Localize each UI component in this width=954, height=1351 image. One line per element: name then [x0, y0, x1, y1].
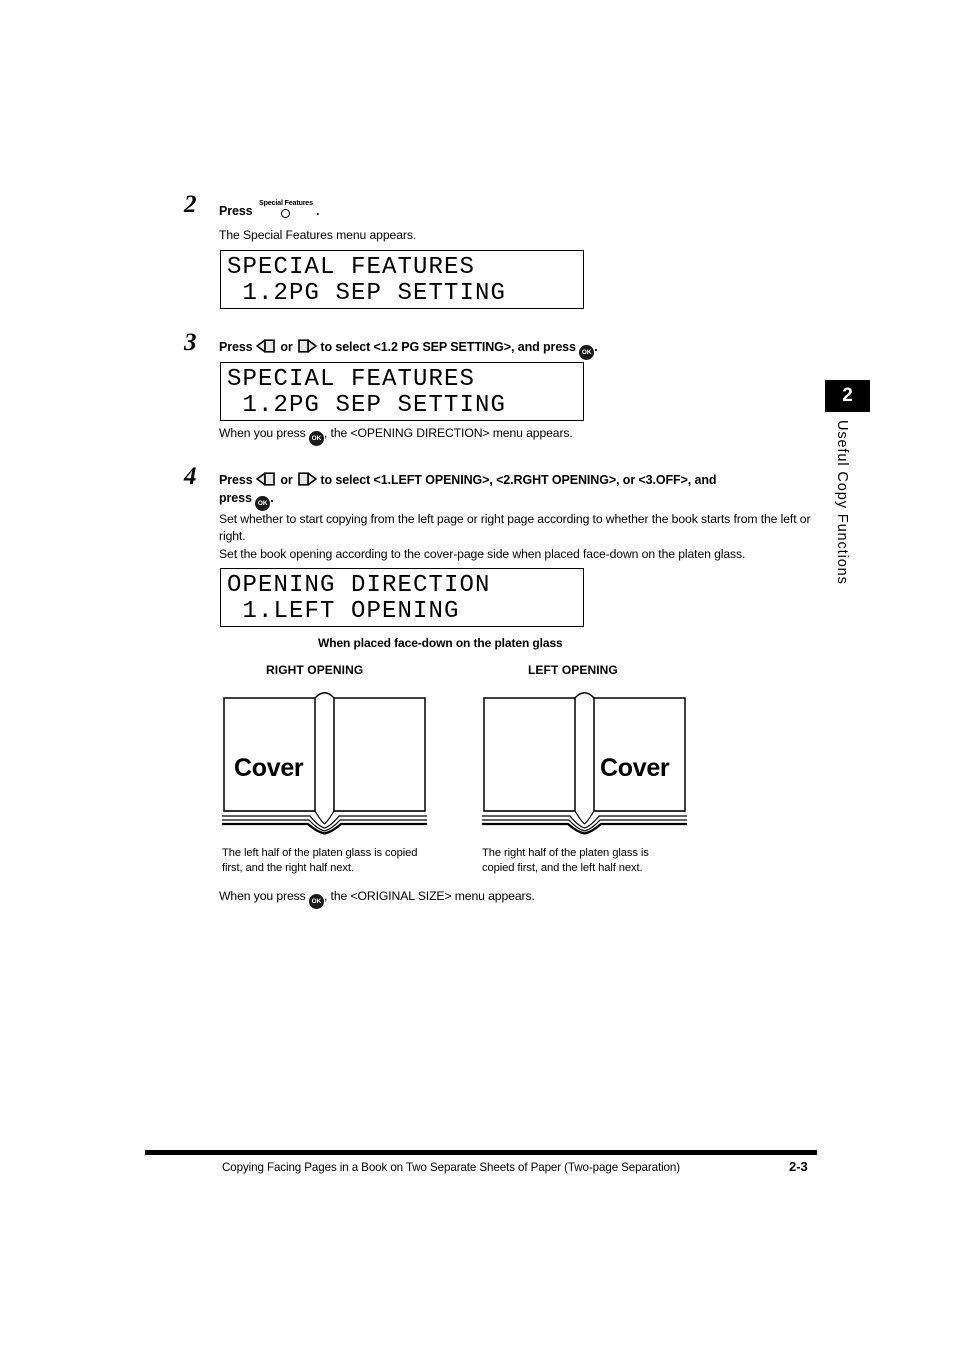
lcd-line-1: SPECIAL FEATURES — [227, 254, 476, 281]
lcd-display-step-2: SPECIAL FEATURES 1.2PG SEP SETTING — [220, 250, 584, 309]
lcd-line-2: 1.2PG SEP SETTING — [227, 280, 507, 307]
step-3-select-label: to select <1.2 PG SEP SETTING>, and pres… — [320, 340, 576, 354]
step-2-press-label: Press — [219, 204, 253, 218]
step-3-period: . — [594, 340, 598, 354]
ok-button-icon[interactable]: OK — [579, 345, 595, 360]
figure-right-title: LEFT OPENING — [528, 663, 618, 677]
ok-button-icon[interactable]: OK — [308, 431, 324, 446]
step-2-description: The Special Features menu appears. — [219, 228, 417, 242]
step-4-period: . — [270, 491, 274, 506]
cover-label-right: Cover — [600, 754, 670, 782]
lcd-display-step-4: OPENING DIRECTION 1.LEFT OPENING — [220, 568, 584, 627]
arrow-left-icon[interactable] — [256, 472, 277, 486]
lcd-line-1: SPECIAL FEATURES — [227, 366, 476, 393]
step-2-period: . — [315, 204, 320, 218]
special-features-button-label: Special Features — [258, 198, 313, 207]
book-diagram-right-opening: Cover — [222, 688, 427, 843]
lcd-display-step-3: SPECIAL FEATURES 1.2PG SEP SETTING — [220, 362, 584, 421]
step-number-3: 3 — [184, 329, 197, 356]
chapter-title: Useful Copy Functions — [834, 420, 850, 585]
ok-button-icon[interactable]: OK — [308, 894, 324, 909]
footer-section-title: Copying Facing Pages in a Book on Two Se… — [222, 1161, 680, 1174]
cover-label-left: Cover — [234, 754, 304, 782]
footer-divider — [145, 1150, 817, 1155]
step-4-select-label: to select <1.LEFT OPENING>, <2.RGHT OPEN… — [320, 473, 717, 487]
step-4-press-label-2: press — [219, 491, 252, 506]
footer-page-number: 2-3 — [789, 1159, 808, 1174]
step-2-instruction: Press Special Features . — [219, 198, 719, 220]
step-4-or-label: or — [280, 473, 293, 487]
step-4-instruction: Press or to select <1.LEFT OPENING>, <2.… — [219, 471, 819, 512]
step-3-note: When you press OK, the <OPENING DIRECTIO… — [219, 425, 779, 446]
step-3-note-suffix: , the <OPENING DIRECTION> menu appears. — [323, 426, 573, 440]
figure-left-title: RIGHT OPENING — [266, 663, 364, 677]
step-3-press-label: Press — [219, 340, 253, 354]
book-diagram-left-opening: Cover — [482, 688, 687, 843]
step-4-note-suffix: , the <ORIGINAL SIZE> menu appears. — [323, 889, 535, 903]
step-number-4: 4 — [184, 463, 197, 490]
figure-left-note: The left half of the platen glass is cop… — [222, 847, 418, 874]
figure-caption: When placed face-down on the platen glas… — [318, 636, 563, 650]
chapter-tab: 2 — [825, 380, 870, 412]
arrow-right-icon[interactable] — [296, 472, 317, 486]
step-number-2: 2 — [184, 191, 197, 218]
step-4-press-label: Press — [219, 473, 253, 487]
special-features-button-icon[interactable]: Special Features — [256, 198, 316, 218]
step-4-description-1: Set whether to start copying from the le… — [219, 512, 811, 544]
step-4-note: When you press OK, the <ORIGINAL SIZE> m… — [219, 888, 779, 909]
step-3-note-prefix: When you press — [219, 426, 306, 440]
lcd-line-1: OPENING DIRECTION — [227, 572, 491, 599]
lcd-line-2: 1.LEFT OPENING — [227, 598, 460, 625]
chapter-number: 2 — [842, 385, 853, 406]
arrow-right-icon[interactable] — [296, 339, 317, 353]
ok-button-icon[interactable]: OK — [255, 496, 271, 512]
step-4-note-prefix: When you press — [219, 889, 306, 903]
step-3-instruction: Press or to select <1.2 PG SEP SETTING>,… — [219, 338, 819, 360]
special-features-button-circle — [280, 209, 290, 218]
step-3-or-label: or — [280, 340, 293, 354]
lcd-line-2: 1.2PG SEP SETTING — [227, 392, 507, 419]
figure-right-note: The right half of the platen glass is co… — [482, 847, 649, 874]
arrow-left-icon[interactable] — [256, 339, 277, 353]
step-4-description-2: Set the book opening according to the co… — [219, 547, 746, 561]
